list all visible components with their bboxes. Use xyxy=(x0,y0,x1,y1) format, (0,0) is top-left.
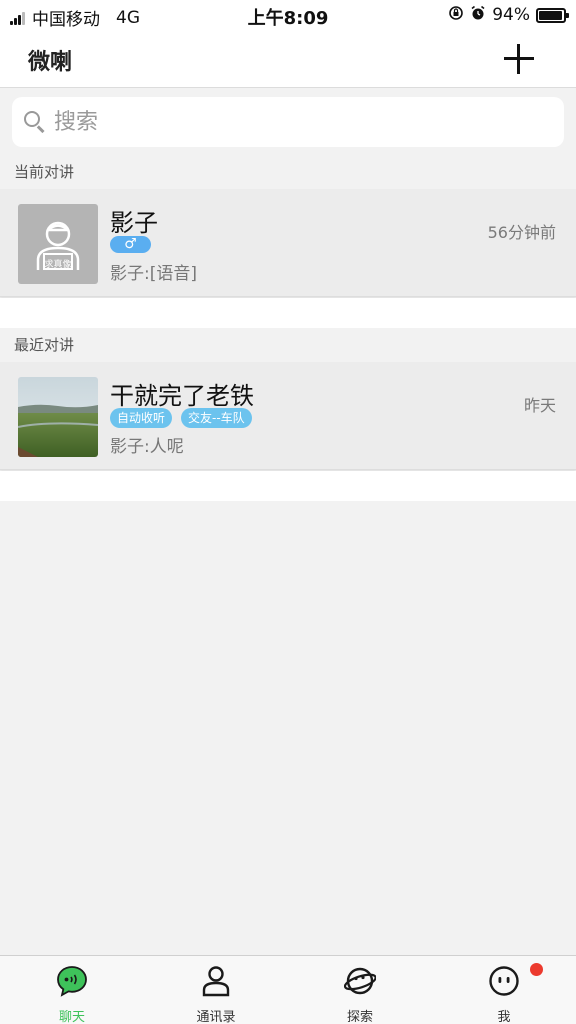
chat-row-current[interactable]: 求真像 影子 ♂ 56分钟前 影子:[语音] xyxy=(0,189,576,297)
tag-friends-team: 交友--车队 xyxy=(181,408,252,428)
alarm-icon xyxy=(470,5,486,25)
chat-time: 昨天 xyxy=(523,396,556,415)
avatar-default xyxy=(18,204,98,284)
tab-chat[interactable]: 聊天 xyxy=(0,956,144,1024)
tab-label: 探索 xyxy=(346,1010,373,1024)
add-button[interactable] xyxy=(502,42,536,76)
search-icon xyxy=(24,111,46,133)
app-header: 微喇 xyxy=(0,30,576,88)
default-person-icon xyxy=(36,221,80,270)
face-icon xyxy=(489,966,519,996)
search-bar xyxy=(0,89,576,155)
planet-icon xyxy=(344,967,376,995)
chat-bubble-icon xyxy=(57,966,87,997)
notification-badge xyxy=(530,963,543,976)
search-box[interactable] xyxy=(12,97,564,147)
divider-space xyxy=(0,471,576,501)
tab-me[interactable]: 我 xyxy=(432,956,576,1024)
chat-time: 56分钟前 xyxy=(487,223,556,242)
battery-level xyxy=(539,10,562,20)
chat-row-recent[interactable]: 干就完了老铁 自动收听 交友--车队 昨天 影子:人呢 xyxy=(0,362,576,470)
section-header-current: 当前对讲 xyxy=(0,155,576,189)
battery-icon xyxy=(536,7,569,23)
plus-icon-stem xyxy=(517,44,520,74)
tab-explore[interactable]: 探索 xyxy=(288,956,432,1024)
tab-bar: 聊天 通讯录 探索 我 xyxy=(0,955,576,1024)
page-title: 微喇 xyxy=(28,50,73,75)
tab-label: 通讯录 xyxy=(196,1010,236,1024)
status-bar: 中国移动 4G 上午8:09 94% xyxy=(0,0,576,30)
status-right: 94% xyxy=(448,5,569,25)
divider-space xyxy=(0,298,576,328)
contacts-person-icon xyxy=(202,966,230,997)
search-input[interactable] xyxy=(54,109,534,135)
gender-male-badge: ♂ xyxy=(110,236,151,253)
tag-auto-listen: 自动收听 xyxy=(110,408,173,428)
section-header-recent: 最近对讲 xyxy=(0,328,576,362)
rotation-lock-icon xyxy=(448,5,464,25)
landscape-image xyxy=(18,377,98,457)
tab-label: 聊天 xyxy=(58,1010,85,1024)
tab-label: 我 xyxy=(497,1010,511,1024)
battery-percent: 94% xyxy=(492,5,530,25)
chat-preview: 影子:[语音] xyxy=(110,264,197,284)
avatar-landscape-photo xyxy=(18,377,98,457)
tab-contacts[interactable]: 通讯录 xyxy=(144,956,288,1024)
chat-name: 影子 xyxy=(110,209,158,237)
chat-name: 干就完了老铁 xyxy=(110,382,254,410)
chat-preview: 影子:人呢 xyxy=(110,437,184,457)
avatar-caption: 求真像 xyxy=(44,260,72,270)
